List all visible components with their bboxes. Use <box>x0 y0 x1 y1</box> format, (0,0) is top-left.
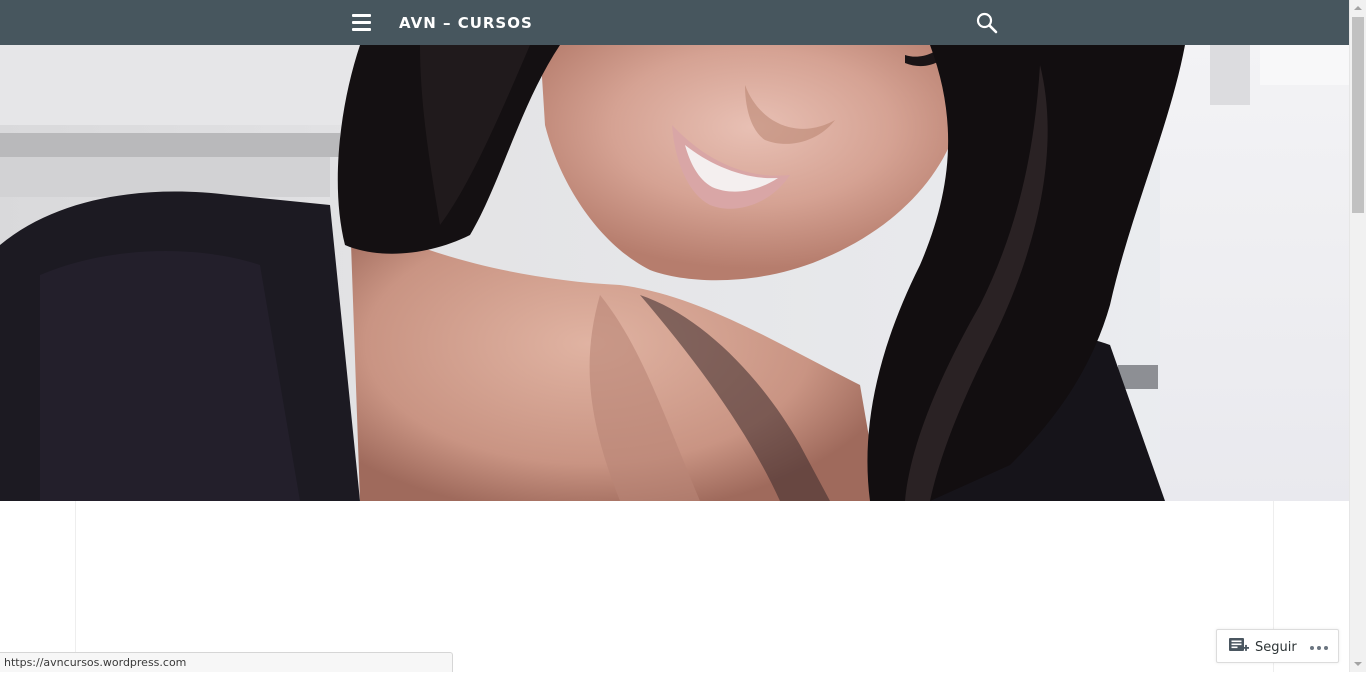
scroll-up-arrow-icon[interactable] <box>1350 0 1366 17</box>
follow-button[interactable]: Seguir <box>1229 636 1297 658</box>
content-area <box>75 501 1274 672</box>
follow-widget: Seguir <box>1216 629 1339 663</box>
vertical-scrollbar[interactable] <box>1349 0 1366 672</box>
browser-status-bar: https://avncursos.wordpress.com <box>0 652 453 672</box>
more-options-button[interactable] <box>1309 640 1329 654</box>
site-title[interactable]: AVN – CURSOS <box>399 13 533 33</box>
hamburger-menu-icon <box>352 14 372 31</box>
scroll-down-arrow-icon[interactable] <box>1350 655 1366 672</box>
follow-label: Seguir <box>1255 639 1297 655</box>
more-dots-icon <box>1310 646 1328 650</box>
menu-toggle-button[interactable] <box>352 14 372 32</box>
reader-follow-icon <box>1229 638 1249 651</box>
site-header: AVN – CURSOS <box>0 0 1349 45</box>
search-icon <box>976 12 998 34</box>
header-photo <box>0 45 1349 501</box>
search-button[interactable] <box>976 12 998 34</box>
scrollbar-thumb[interactable] <box>1352 17 1364 213</box>
header-image <box>0 45 1349 501</box>
browser-viewport: AVN – CURSOS Seguir <box>0 0 1349 672</box>
